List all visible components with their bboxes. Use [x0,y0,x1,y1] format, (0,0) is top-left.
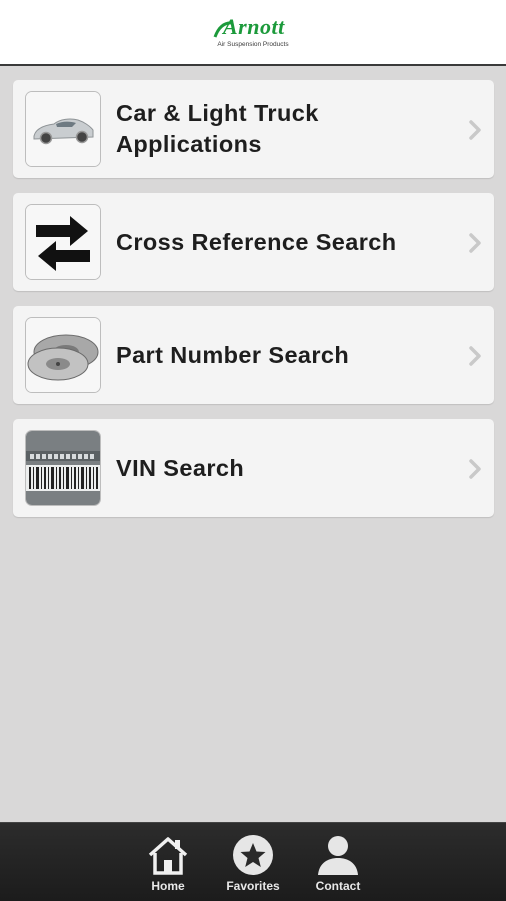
car-icon [25,91,101,167]
chevron-right-icon [469,233,481,253]
logo-tagline: Air Suspension Products [217,41,289,48]
chevron-right-icon [469,459,481,479]
menu-item-car-light-truck[interactable]: Car & Light Truck Applications [13,80,494,178]
brake-disc-icon [25,317,101,393]
tab-home[interactable]: Home [126,833,210,895]
arnott-logo: Arnott Air Suspension Products [207,10,299,54]
menu-item-part-number[interactable]: Part Number Search [13,306,494,404]
tab-contact[interactable]: Contact [296,833,380,895]
menu-item-label: Cross Reference Search [116,228,397,255]
swap-arrows-icon [25,204,101,280]
home-icon [148,837,188,875]
main-menu: Car & Light Truck Applications Cross Ref… [13,80,494,532]
vin-barcode-icon [25,430,101,506]
menu-item-label: Part Number Search [116,341,350,368]
chevron-right-icon [469,346,481,366]
menu-item-cross-reference[interactable]: Cross Reference Search [13,193,494,291]
menu-item-label: Car & Light Truck Applications [116,100,319,157]
chevron-right-icon [469,120,481,140]
person-icon [318,836,358,875]
bottom-tab-bar: Home Favorites Contact [0,822,506,901]
tab-label: Favorites [226,879,280,893]
star-icon [233,835,273,875]
tab-label: Contact [315,879,361,893]
menu-item-vin-search[interactable]: VIN Search [13,419,494,517]
app-header: Arnott Air Suspension Products [0,0,506,66]
menu-item-label: VIN Search [116,454,245,481]
tab-favorites[interactable]: Favorites [211,833,295,895]
tab-label: Home [151,879,185,893]
logo-brand-text: Arnott [223,14,285,39]
